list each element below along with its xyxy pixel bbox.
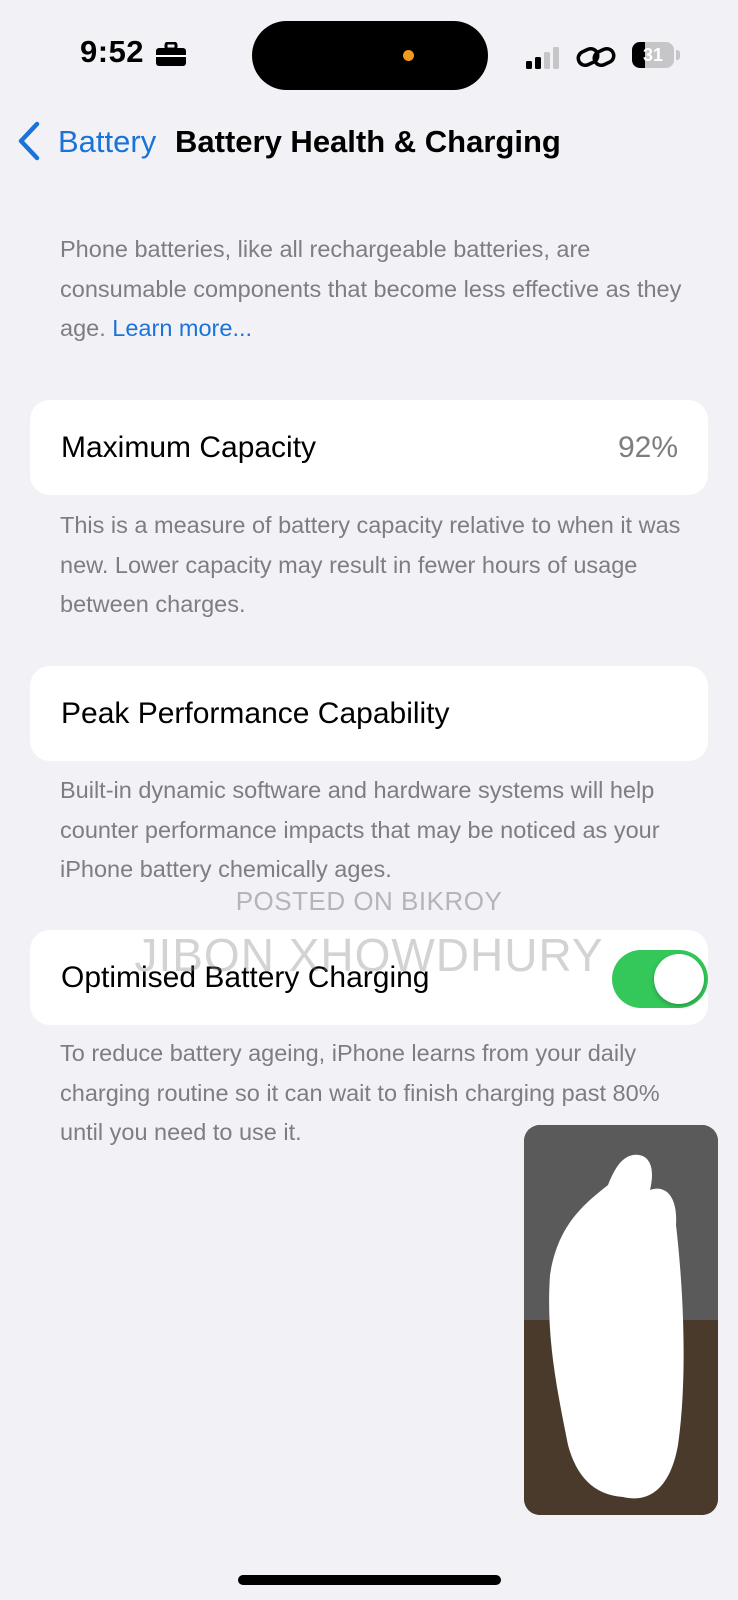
watermark-posted: POSTED ON BIKROY: [235, 886, 503, 916]
home-indicator[interactable]: [238, 1575, 501, 1585]
dynamic-island: [252, 21, 488, 90]
peak-performance-footer: Built-in dynamic software and hardware s…: [60, 777, 660, 882]
battery-level: 31: [642, 45, 664, 65]
battery-icon: 31: [632, 42, 680, 68]
picture-in-picture-window[interactable]: [524, 1125, 718, 1515]
maximum-capacity-row: Maximum Capacity 92%: [30, 400, 708, 495]
maximum-capacity-value: 92%: [617, 431, 678, 464]
activity-dot: [403, 50, 414, 61]
maximum-capacity-footer: This is a measure of battery capacity re…: [60, 512, 681, 617]
link-icon: [576, 46, 616, 68]
page-title: Battery Health & Charging: [175, 124, 561, 159]
maximum-capacity-label: Maximum Capacity: [61, 431, 317, 464]
back-button[interactable]: Battery: [58, 124, 156, 160]
cellular-signal-icon: [526, 47, 559, 69]
learn-more-link[interactable]: Learn more...: [112, 315, 252, 341]
briefcase-icon: [156, 42, 186, 66]
peak-performance-label: Peak Performance Capability: [61, 697, 450, 730]
peak-performance-row: Peak Performance Capability: [30, 666, 708, 761]
status-time: 9:52: [80, 34, 145, 69]
intro-text: Phone batteries, like all rechargeable b…: [60, 230, 700, 349]
back-chevron-icon[interactable]: [14, 120, 44, 162]
redaction-scribble: [549, 1154, 684, 1499]
watermark-name: JIBON XHOWDHURY: [134, 929, 604, 981]
